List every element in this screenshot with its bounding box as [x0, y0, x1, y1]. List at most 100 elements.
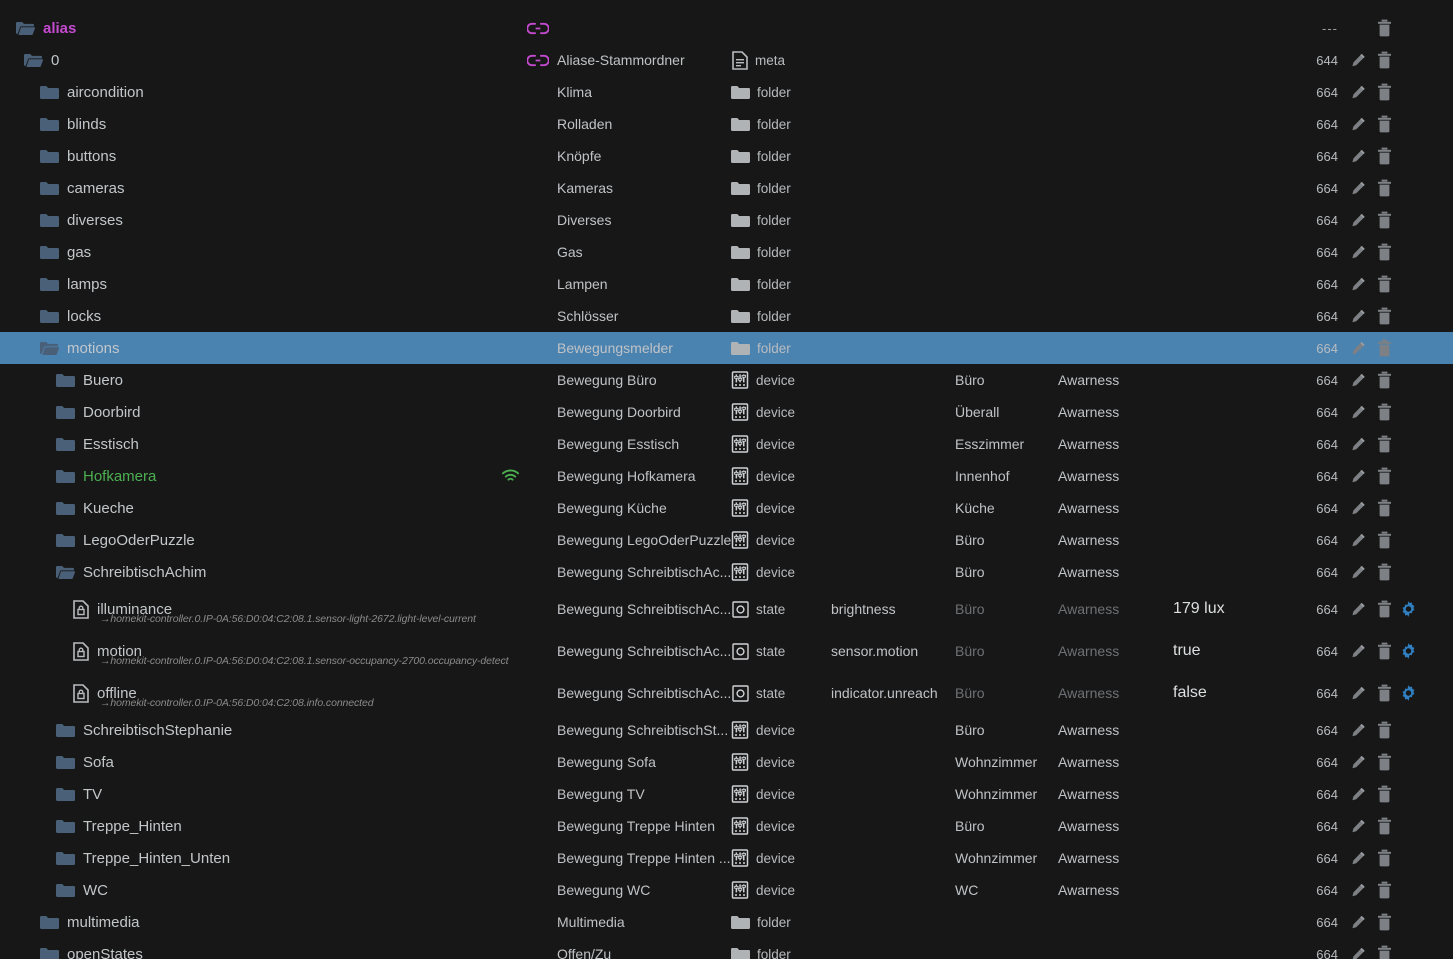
row-name-cell[interactable]: Kueche: [56, 492, 134, 524]
edit-icon[interactable]: [1350, 818, 1366, 834]
row-name-cell[interactable]: lamps: [40, 268, 107, 300]
settings-gear-icon[interactable]: [1400, 685, 1417, 702]
delete-icon[interactable]: [1377, 147, 1392, 165]
state-lock-doc-icon[interactable]: [72, 641, 89, 661]
link-cell[interactable]: [527, 44, 549, 76]
row-delete-button[interactable]: [1377, 672, 1392, 714]
table-row[interactable]: Kueche Bewegung Küche device Küche Awarness 6…: [0, 492, 1453, 524]
edit-icon[interactable]: [1350, 786, 1366, 802]
folder-open-icon[interactable]: [40, 341, 59, 356]
row-delete-button[interactable]: [1377, 76, 1392, 108]
folder-icon[interactable]: [40, 181, 59, 196]
row-name-cell[interactable]: Doorbird: [56, 396, 141, 428]
folder-open-icon[interactable]: [16, 21, 35, 36]
row-name-cell[interactable]: motions: [40, 332, 120, 364]
row-delete-button[interactable]: [1377, 460, 1392, 492]
row-delete-button[interactable]: [1377, 906, 1392, 938]
edit-icon[interactable]: [1350, 372, 1366, 388]
folder-icon[interactable]: [40, 915, 59, 930]
table-row[interactable]: motion →homekit-controller.0.IP-0A:56:D0:…: [0, 630, 1453, 672]
edit-icon[interactable]: [1350, 532, 1366, 548]
row-name-cell[interactable]: Buero: [56, 364, 123, 396]
delete-icon[interactable]: [1377, 19, 1392, 37]
row-edit-button[interactable]: [1350, 332, 1366, 364]
row-name-cell[interactable]: Treppe_Hinten: [56, 810, 182, 842]
table-row[interactable]: Sofa Bewegung Sofa device Wohnzimmer Awarnes…: [0, 746, 1453, 778]
edit-icon[interactable]: [1350, 148, 1366, 164]
table-row[interactable]: cameras Kameras folder 664: [0, 172, 1453, 204]
edit-icon[interactable]: [1350, 882, 1366, 898]
delete-icon[interactable]: [1377, 179, 1392, 197]
delete-icon[interactable]: [1377, 684, 1392, 702]
row-edit-button[interactable]: [1350, 778, 1366, 810]
row-edit-button[interactable]: [1350, 428, 1366, 460]
row-edit-button[interactable]: [1350, 672, 1366, 714]
row-name-cell[interactable]: multimedia: [40, 906, 140, 938]
row-edit-button[interactable]: [1350, 810, 1366, 842]
row-delete-button[interactable]: [1377, 556, 1392, 588]
edit-icon[interactable]: [1350, 685, 1366, 701]
row-name-cell[interactable]: 0: [24, 44, 59, 76]
table-row[interactable]: multimedia Multimedia folder 664: [0, 906, 1453, 938]
row-edit-button[interactable]: [1350, 76, 1366, 108]
row-name-cell[interactable]: cameras: [40, 172, 125, 204]
row-edit-button[interactable]: [1350, 172, 1366, 204]
row-name-cell[interactable]: SchreibtischAchim: [56, 556, 206, 588]
row-delete-button[interactable]: [1377, 268, 1392, 300]
edit-icon[interactable]: [1350, 116, 1366, 132]
row-name-cell[interactable]: blinds: [40, 108, 106, 140]
folder-icon[interactable]: [40, 117, 59, 132]
folder-icon[interactable]: [40, 277, 59, 292]
edit-icon[interactable]: [1350, 180, 1366, 196]
row-edit-button[interactable]: [1350, 300, 1366, 332]
table-row[interactable]: lamps Lampen folder 664: [0, 268, 1453, 300]
delete-icon[interactable]: [1377, 339, 1392, 357]
row-edit-button[interactable]: [1350, 938, 1366, 959]
folder-icon[interactable]: [40, 947, 59, 959]
delete-icon[interactable]: [1377, 51, 1392, 69]
row-edit-button[interactable]: [1350, 460, 1366, 492]
object-tree-table[interactable]: alias --- 0 Aliase-Stammordner meta 644 aircon…: [0, 0, 1453, 959]
row-name-cell[interactable]: locks: [40, 300, 101, 332]
edit-icon[interactable]: [1350, 308, 1366, 324]
row-edit-button[interactable]: [1350, 396, 1366, 428]
delete-icon[interactable]: [1377, 275, 1392, 293]
row-delete-button[interactable]: [1377, 364, 1392, 396]
link-icon[interactable]: [527, 22, 549, 35]
row-delete-button[interactable]: [1377, 428, 1392, 460]
row-delete-button[interactable]: [1377, 524, 1392, 556]
table-row[interactable]: buttons Knöpfe folder 664: [0, 140, 1453, 172]
row-name-cell[interactable]: buttons: [40, 140, 116, 172]
row-name-cell[interactable]: LegoOderPuzzle: [56, 524, 195, 556]
row-edit-button[interactable]: [1350, 44, 1366, 76]
row-name-cell[interactable]: alias: [16, 12, 76, 44]
delete-icon[interactable]: [1377, 753, 1392, 771]
table-row[interactable]: blinds Rolladen folder 664: [0, 108, 1453, 140]
folder-icon[interactable]: [40, 245, 59, 260]
table-row[interactable]: SchreibtischAchim Bewegung SchreibtischAc…: [0, 556, 1453, 588]
folder-open-icon[interactable]: [24, 53, 43, 68]
edit-icon[interactable]: [1350, 436, 1366, 452]
settings-gear-icon[interactable]: [1400, 643, 1417, 660]
row-delete-button[interactable]: [1377, 746, 1392, 778]
state-lock-doc-icon[interactable]: [72, 683, 89, 703]
row-edit-button[interactable]: [1350, 492, 1366, 524]
row-edit-button[interactable]: [1350, 108, 1366, 140]
edit-icon[interactable]: [1350, 244, 1366, 260]
row-edit-button[interactable]: [1350, 906, 1366, 938]
delete-icon[interactable]: [1377, 945, 1392, 959]
folder-icon[interactable]: [40, 149, 59, 164]
edit-icon[interactable]: [1350, 946, 1366, 959]
row-delete-button[interactable]: [1377, 172, 1392, 204]
edit-icon[interactable]: [1350, 404, 1366, 420]
table-row[interactable]: LegoOderPuzzle Bewegung LegoOderPuzzle dev…: [0, 524, 1453, 556]
delete-icon[interactable]: [1377, 881, 1392, 899]
row-delete-button[interactable]: [1377, 938, 1392, 959]
delete-icon[interactable]: [1377, 849, 1392, 867]
table-row[interactable]: illuminance →homekit-controller.0.IP-0A:5…: [0, 588, 1453, 630]
table-row[interactable]: alias ---: [0, 12, 1453, 44]
delete-icon[interactable]: [1377, 371, 1392, 389]
delete-icon[interactable]: [1377, 83, 1392, 101]
row-settings-button[interactable]: [1400, 672, 1417, 714]
delete-icon[interactable]: [1377, 721, 1392, 739]
